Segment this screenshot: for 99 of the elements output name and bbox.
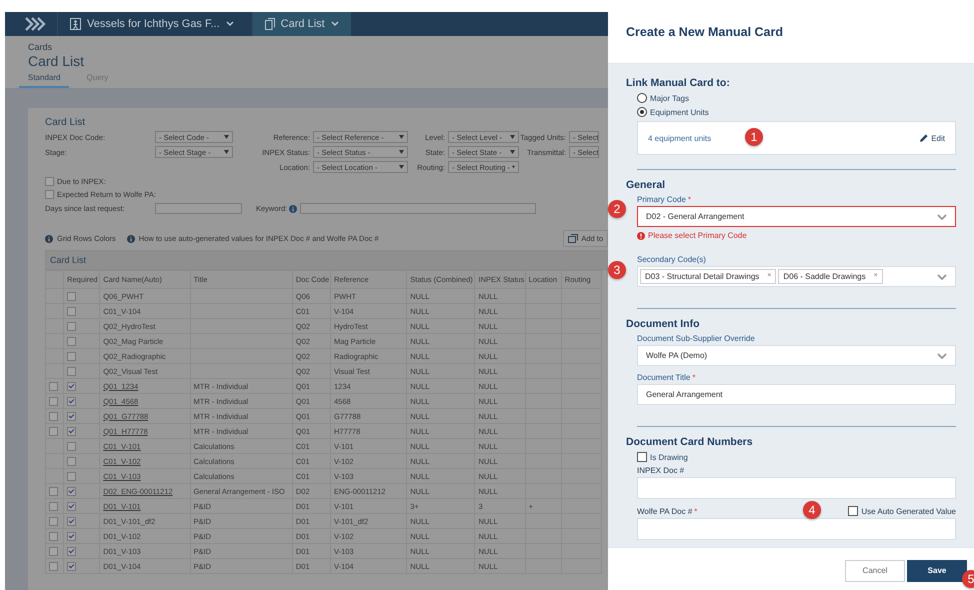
- radio-label: Major Tags: [650, 94, 689, 102]
- checkbox-label: Is Drawing: [650, 452, 688, 462]
- required-mark: *: [688, 195, 692, 204]
- info-icon[interactable]: [289, 204, 298, 212]
- info-icon: [45, 234, 53, 242]
- required-checkbox[interactable]: [67, 472, 76, 481]
- page-overline: Cards: [28, 42, 54, 52]
- number-badge: 4: [803, 501, 821, 519]
- supplier-dropdown[interactable]: Wolfe PA (Demo): [637, 345, 956, 366]
- required-checkbox[interactable]: [67, 546, 76, 556]
- days-input-field[interactable]: [155, 203, 242, 214]
- row-checkbox[interactable]: [49, 546, 58, 556]
- tag-label: D03 - Structural Detail Drawings: [645, 272, 760, 281]
- row-checkbox[interactable]: [49, 502, 58, 511]
- required-checkbox[interactable]: [67, 502, 76, 511]
- section-heading: General: [626, 179, 666, 191]
- tag-label: D06 - Saddle Drawings: [783, 272, 866, 281]
- chevrons-logo-icon[interactable]: [25, 17, 47, 31]
- required-checkbox[interactable]: [67, 352, 76, 361]
- wolfe-doc-input[interactable]: [637, 518, 956, 540]
- document-title-input[interactable]: General Arrangement: [637, 384, 956, 405]
- field-label: Secondary Code(s): [637, 255, 706, 264]
- chevron-down-icon: [937, 352, 947, 358]
- row-checkbox[interactable]: [49, 516, 58, 526]
- units-link[interactable]: 4 equipment units: [648, 134, 712, 142]
- section-heading: Document Info: [626, 318, 700, 330]
- caret-down-icon: [224, 150, 229, 154]
- caret-down-icon: [224, 135, 229, 139]
- caret-down-icon: [226, 21, 234, 27]
- save-button[interactable]: Save: [907, 560, 967, 582]
- checkbox-label: Use Auto Generated Value: [861, 506, 956, 516]
- number-badge: 3: [608, 261, 626, 279]
- caret-down-icon: [330, 21, 339, 27]
- row-checkbox[interactable]: [49, 426, 58, 436]
- row-checkbox[interactable]: [49, 486, 58, 496]
- row-checkbox[interactable]: [49, 382, 58, 391]
- chevron-down-icon: [937, 214, 947, 220]
- edit-link[interactable]: Edit: [920, 134, 945, 142]
- required-checkbox[interactable]: [67, 442, 76, 451]
- caret-down-icon: [399, 135, 404, 139]
- required-checkbox[interactable]: [67, 396, 76, 406]
- field-label: Document Title: [637, 373, 690, 382]
- required-mark: *: [692, 373, 696, 382]
- row-checkbox[interactable]: [49, 532, 58, 541]
- document-icon: [264, 18, 275, 30]
- section-heading: Document Card Numbers: [626, 436, 754, 448]
- page-title: Card List: [28, 53, 86, 69]
- error-icon: [637, 232, 645, 240]
- required-checkbox[interactable]: [67, 426, 76, 436]
- required-checkbox[interactable]: [67, 336, 76, 346]
- panel-title: Create a New Manual Card: [626, 24, 783, 38]
- cancel-button[interactable]: Cancel: [845, 560, 905, 582]
- required-checkbox[interactable]: [67, 562, 76, 571]
- info-icon: [126, 234, 135, 242]
- caret-down-icon: [510, 150, 515, 154]
- checkbox[interactable]: [45, 190, 54, 199]
- breadcrumb-item[interactable]: Card List: [252, 12, 351, 36]
- required-checkbox[interactable]: [67, 382, 76, 391]
- radio-button[interactable]: [637, 93, 647, 103]
- checkbox[interactable]: [45, 177, 54, 186]
- keyword-input-field[interactable]: [300, 203, 536, 214]
- row-checkbox[interactable]: [49, 562, 58, 571]
- list-add-icon: [568, 234, 578, 243]
- person-frame-icon: [70, 18, 81, 30]
- field-label: Primary Code: [637, 195, 686, 204]
- checkbox[interactable]: [637, 452, 647, 462]
- pencil-icon: [920, 134, 928, 142]
- caret-down-icon: [399, 150, 404, 154]
- error-message: Please select Primary Code: [648, 231, 747, 240]
- number-badge: 1: [745, 128, 763, 146]
- row-checkbox[interactable]: [49, 396, 58, 406]
- radio-label: Equipment Units: [650, 108, 709, 116]
- checkbox[interactable]: [848, 506, 858, 516]
- caret-down-icon: [510, 135, 515, 139]
- caret-down-icon: [399, 165, 404, 169]
- field-label: INPEX Doc #: [637, 466, 684, 475]
- required-checkbox[interactable]: [67, 366, 76, 376]
- inpex-doc-input[interactable]: [637, 477, 956, 499]
- radio-button[interactable]: [637, 107, 647, 117]
- required-checkbox[interactable]: [67, 516, 76, 526]
- required-checkbox[interactable]: [67, 456, 76, 466]
- section-heading: Link Manual Card to:: [626, 77, 731, 89]
- required-checkbox[interactable]: [67, 486, 76, 496]
- field-label: Document Sub-Supplier Override: [637, 334, 755, 343]
- required-checkbox[interactable]: [67, 532, 76, 541]
- number-badge: 5: [962, 570, 974, 588]
- required-mark: *: [694, 506, 698, 516]
- row-checkbox[interactable]: [49, 412, 58, 421]
- card-title: Card List: [45, 117, 86, 128]
- grid-title: Card List: [45, 250, 608, 270]
- required-checkbox[interactable]: [67, 292, 76, 301]
- required-checkbox[interactable]: [67, 412, 76, 421]
- primary-code-dropdown[interactable]: D02 - General Arrangement: [637, 206, 956, 227]
- chevron-down-icon: [937, 274, 947, 280]
- required-checkbox[interactable]: [67, 322, 76, 331]
- field-label: Wolfe PA Doc #: [637, 506, 692, 516]
- required-checkbox[interactable]: [67, 306, 76, 316]
- number-badge: 2: [608, 200, 626, 218]
- caret-down-icon: [512, 165, 515, 169]
